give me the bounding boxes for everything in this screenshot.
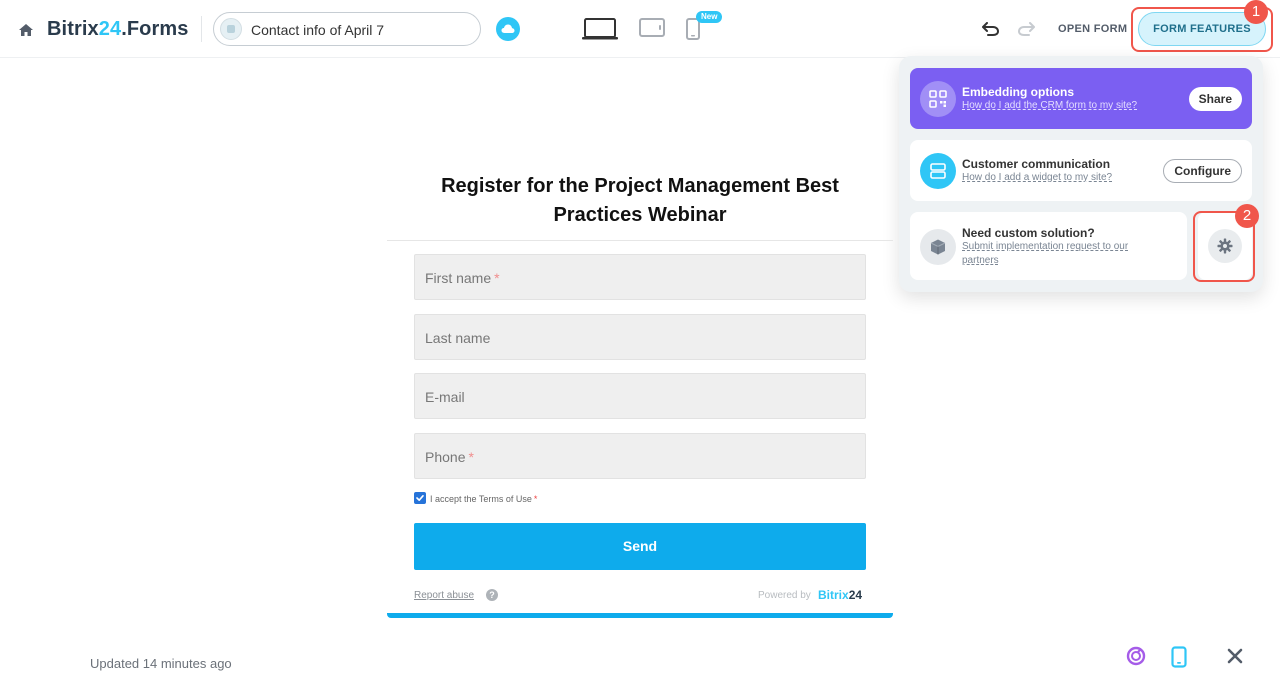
new-badge: New — [696, 11, 723, 23]
tablet-icon[interactable] — [639, 18, 665, 43]
step-marker-2: 2 — [1235, 204, 1259, 228]
phone-field[interactable]: Phone * — [414, 433, 866, 479]
form-name-text: Contact info of April 7 — [251, 22, 385, 38]
brand-accent: 24 — [98, 18, 122, 40]
report-abuse-link[interactable]: Report abuse — [414, 590, 474, 601]
required-mark: * — [494, 270, 500, 286]
first-name-placeholder: First name * — [425, 270, 500, 286]
chat-icon — [920, 153, 956, 189]
required-mark: * — [533, 494, 538, 504]
brand-main: Bitrix — [47, 18, 99, 40]
first-name-label: First name — [425, 270, 492, 286]
form-title: Register for the Project Management Best… — [441, 175, 839, 226]
app-title[interactable]: Bitrix24.Forms — [47, 18, 188, 41]
first-name-field[interactable]: First name * — [414, 254, 866, 300]
configure-button[interactable]: Configure — [1163, 159, 1242, 183]
form-bottom-bar — [387, 613, 893, 618]
top-bar: Bitrix24.Forms Contact info of April 7 N… — [0, 0, 1280, 58]
required-mark: * — [468, 449, 474, 465]
powered-brand-num: 24 — [848, 588, 863, 602]
embedding-title: Embedding options — [962, 85, 1074, 99]
send-button[interactable]: Send — [414, 523, 866, 570]
form-divider — [387, 240, 893, 241]
last-name-placeholder: Last name — [425, 330, 491, 346]
cloud-icon[interactable] — [496, 17, 520, 41]
brand-suffix: .Forms — [121, 18, 189, 40]
form-name-field[interactable]: Contact info of April 7 — [213, 12, 481, 46]
redo-icon[interactable] — [1017, 22, 1035, 41]
terms-text: I accept the Terms of Use — [430, 494, 532, 504]
last-name-field[interactable]: Last name — [414, 314, 866, 360]
qr-icon — [920, 81, 956, 117]
embedding-options-card[interactable]: Embedding options How do I add the CRM f… — [910, 68, 1252, 129]
share-button[interactable]: Share — [1188, 87, 1242, 111]
powered-brand: Bitrix — [818, 588, 849, 602]
form-thumbnail-icon — [220, 18, 242, 40]
customer-communication-card[interactable]: Customer communication How do I add a wi… — [910, 140, 1252, 201]
embedding-help-link[interactable]: How do I add the CRM form to my site? — [962, 99, 1137, 113]
box-icon — [920, 229, 956, 265]
email-placeholder: E-mail — [425, 389, 465, 405]
communication-help-link[interactable]: How do I add a widget to my site? — [962, 171, 1112, 185]
custom-solution-link[interactable]: Submit implementation request to our par… — [962, 240, 1152, 268]
phone-label: Phone — [425, 449, 466, 465]
home-icon[interactable] — [18, 22, 34, 38]
custom-solution-title: Need custom solution? — [962, 226, 1095, 240]
updated-status: Updated 14 minutes ago — [90, 656, 232, 671]
phone-placeholder: Phone * — [425, 449, 474, 465]
terms-checkbox[interactable] — [414, 492, 426, 504]
mobile-preview-icon[interactable] — [1171, 646, 1187, 673]
help-icon[interactable]: ? — [486, 589, 498, 601]
check-icon — [416, 495, 424, 501]
assistant-icon[interactable] — [1126, 646, 1146, 671]
email-field[interactable]: E-mail — [414, 373, 866, 419]
undo-icon[interactable] — [982, 22, 1000, 41]
custom-solution-card[interactable]: Need custom solution? Submit implementat… — [910, 212, 1187, 280]
divider — [201, 16, 202, 42]
powered-by-label: Powered by — [758, 590, 811, 601]
communication-title: Customer communication — [962, 157, 1111, 171]
step-marker-1: 1 — [1244, 0, 1268, 24]
open-form-link[interactable]: OPEN FORM — [1058, 23, 1127, 35]
laptop-icon[interactable] — [582, 18, 618, 45]
powered-by-logo[interactable]: Bitrix24 — [818, 588, 862, 602]
close-icon[interactable] — [1226, 646, 1244, 671]
terms-label: I accept the Terms of Use * — [430, 494, 537, 504]
